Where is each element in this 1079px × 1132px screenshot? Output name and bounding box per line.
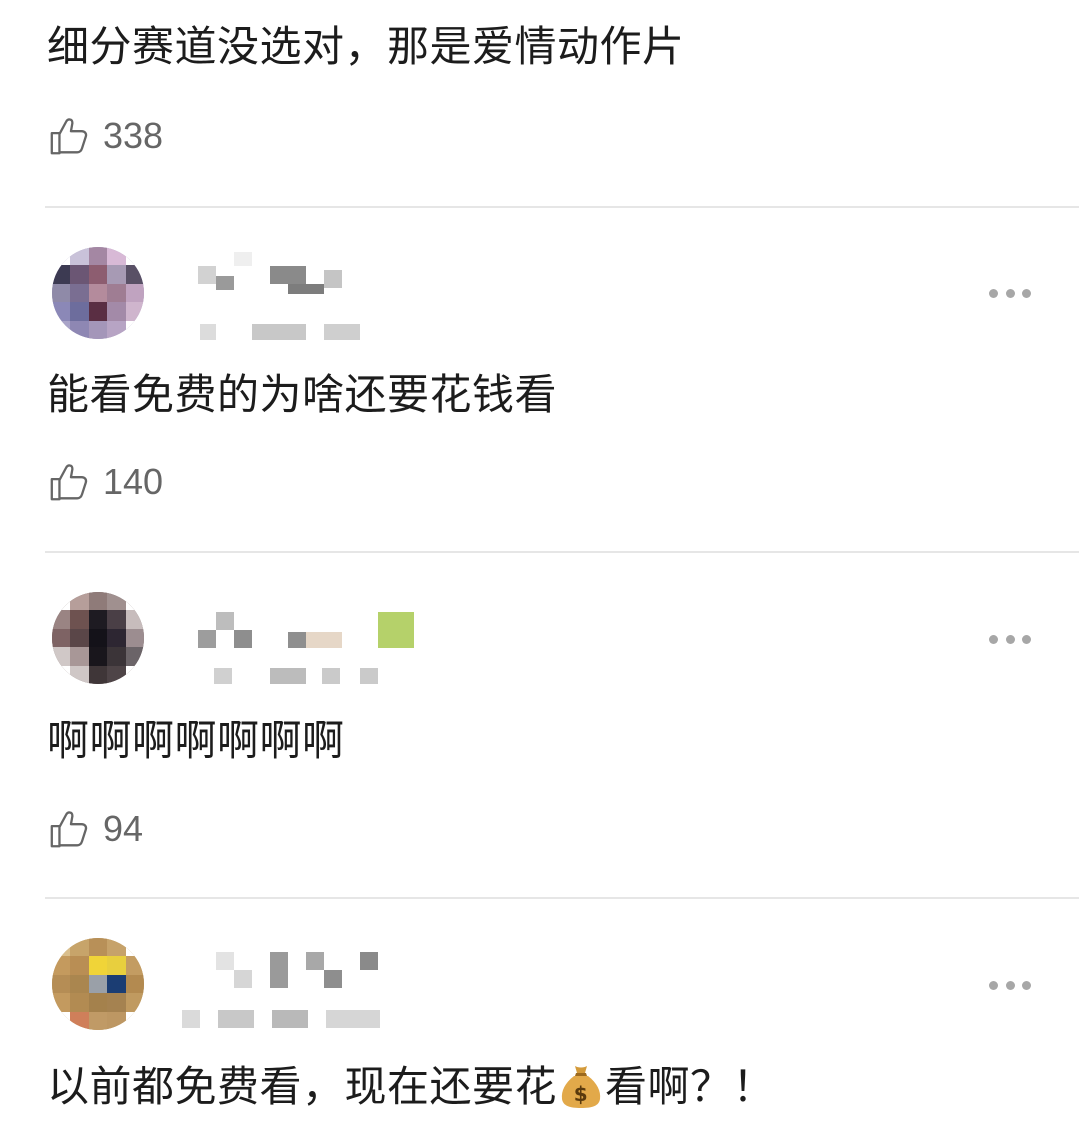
comment-text: 啊啊啊啊啊啊啊: [47, 716, 345, 765]
money-bag-emoji: $: [561, 1066, 601, 1108]
like-count: 338: [103, 115, 164, 156]
thumbs-up-icon: [50, 811, 88, 848]
avatar[interactable]: [52, 247, 144, 339]
comment-text: 以前都免费看，现在还要花 $ 看啊？！: [47, 1060, 775, 1114]
comment-feed: 细分赛道没选对，那是爱情动作片 338 能看免费的为啥还要花钱看 140 啊啊啊…: [0, 0, 1079, 1132]
avatar[interactable]: [52, 592, 144, 684]
comment-text: 能看免费的为啥还要花钱看: [47, 370, 558, 419]
comment-text-part: 看啊？！: [605, 1062, 776, 1111]
comment-meta: [214, 668, 384, 686]
like-count: 140: [103, 461, 164, 502]
thumbs-up-icon: [50, 464, 88, 501]
username[interactable]: [198, 252, 388, 294]
more-options-icon[interactable]: [989, 632, 1031, 646]
like-button[interactable]: 94: [47, 805, 143, 853]
avatar[interactable]: [52, 938, 144, 1030]
comment-meta: [200, 324, 370, 342]
username[interactable]: [198, 612, 414, 648]
username[interactable]: [216, 952, 406, 988]
like-button[interactable]: 140: [47, 458, 163, 506]
comment-meta: [182, 1010, 392, 1028]
like-button[interactable]: 338: [47, 112, 163, 160]
divider: [45, 551, 1079, 553]
comment-text-part: 以前都免费看，现在还要花: [47, 1062, 558, 1111]
comment-text: 细分赛道没选对，那是爱情动作片: [47, 22, 685, 71]
more-options-icon[interactable]: [989, 978, 1031, 992]
like-count: 94: [103, 808, 144, 849]
divider: [45, 897, 1079, 899]
svg-text:$: $: [574, 1082, 588, 1106]
more-options-icon[interactable]: [989, 286, 1031, 300]
thumbs-up-icon: [50, 118, 88, 155]
divider: [45, 206, 1079, 208]
